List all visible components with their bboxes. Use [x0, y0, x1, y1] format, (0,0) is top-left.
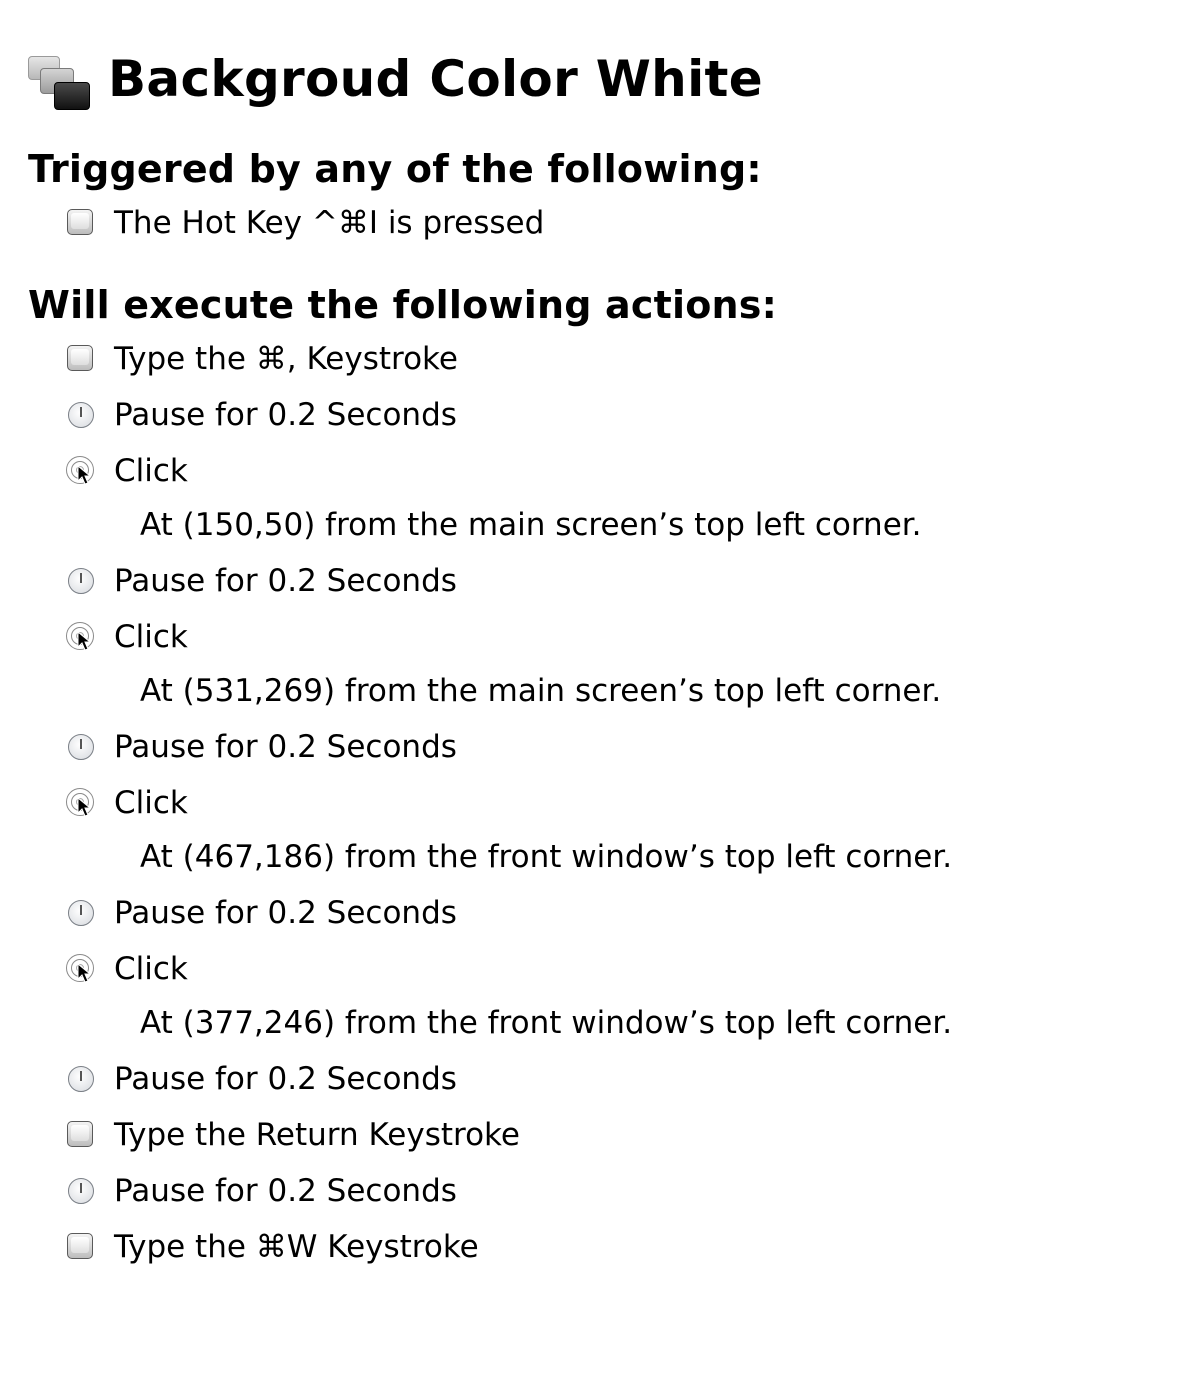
action-label: Click — [114, 950, 188, 987]
action-detail: At (531,269) from the main screen’s top … — [140, 672, 942, 709]
clock-icon — [64, 564, 98, 598]
action-detail: At (150,50) from the main screen’s top l… — [140, 506, 922, 543]
action-item[interactable]: Type the ⌘W Keystroke — [64, 1227, 479, 1267]
action-item[interactable]: Pause for 0.2 Seconds — [64, 395, 457, 435]
action-label: Click — [114, 452, 188, 489]
action-label: Pause for 0.2 Seconds — [114, 894, 457, 931]
action-item[interactable]: Pause for 0.2 Seconds — [64, 727, 457, 767]
trigger-label: The Hot Key ^⌘I is pressed — [114, 204, 545, 241]
action-label: Type the Return Keystroke — [114, 1116, 520, 1153]
triggers-heading: Triggered by any of the following: — [28, 147, 762, 191]
clock-icon — [64, 1062, 98, 1096]
clock-icon — [64, 896, 98, 930]
action-label: Pause for 0.2 Seconds — [114, 1172, 457, 1209]
action-item[interactable]: Pause for 0.2 Seconds — [64, 561, 457, 601]
click-icon — [64, 952, 98, 986]
action-label: Type the ⌘, Keystroke — [114, 340, 458, 377]
keystroke-icon — [64, 342, 98, 376]
action-item[interactable]: Click — [64, 451, 188, 491]
keystroke-icon — [64, 206, 98, 240]
actions-heading: Will execute the following actions: — [28, 283, 777, 327]
action-label: Type the ⌘W Keystroke — [114, 1228, 479, 1265]
clock-icon — [64, 398, 98, 432]
click-icon — [64, 454, 98, 488]
trigger-item[interactable]: The Hot Key ^⌘I is pressed — [64, 203, 544, 243]
action-item[interactable]: Pause for 0.2 Seconds — [64, 1059, 457, 1099]
action-item[interactable]: Click — [64, 783, 188, 823]
action-detail: At (377,246) from the front window’s top… — [140, 1004, 953, 1041]
action-item[interactable]: Pause for 0.2 Seconds — [64, 893, 457, 933]
click-icon — [64, 620, 98, 654]
action-label: Pause for 0.2 Seconds — [114, 728, 457, 765]
action-item[interactable]: Type the ⌘, Keystroke — [64, 339, 458, 379]
action-label: Click — [114, 784, 188, 821]
action-item[interactable]: Click — [64, 617, 188, 657]
clock-icon — [64, 730, 98, 764]
action-label: Pause for 0.2 Seconds — [114, 1060, 457, 1097]
clock-icon — [64, 1174, 98, 1208]
keystroke-icon — [64, 1118, 98, 1152]
macro-header: Backgroud Color White — [26, 44, 763, 114]
action-item[interactable]: Click — [64, 949, 188, 989]
action-label: Pause for 0.2 Seconds — [114, 562, 457, 599]
action-item[interactable]: Pause for 0.2 Seconds — [64, 1171, 457, 1211]
action-item[interactable]: Type the Return Keystroke — [64, 1115, 520, 1155]
action-label: Pause for 0.2 Seconds — [114, 396, 457, 433]
macro-group-icon — [26, 48, 92, 110]
keystroke-icon — [64, 1230, 98, 1264]
action-detail: At (467,186) from the front window’s top… — [140, 838, 953, 875]
macro-title: Backgroud Color White — [108, 50, 763, 108]
click-icon — [64, 786, 98, 820]
action-label: Click — [114, 618, 188, 655]
